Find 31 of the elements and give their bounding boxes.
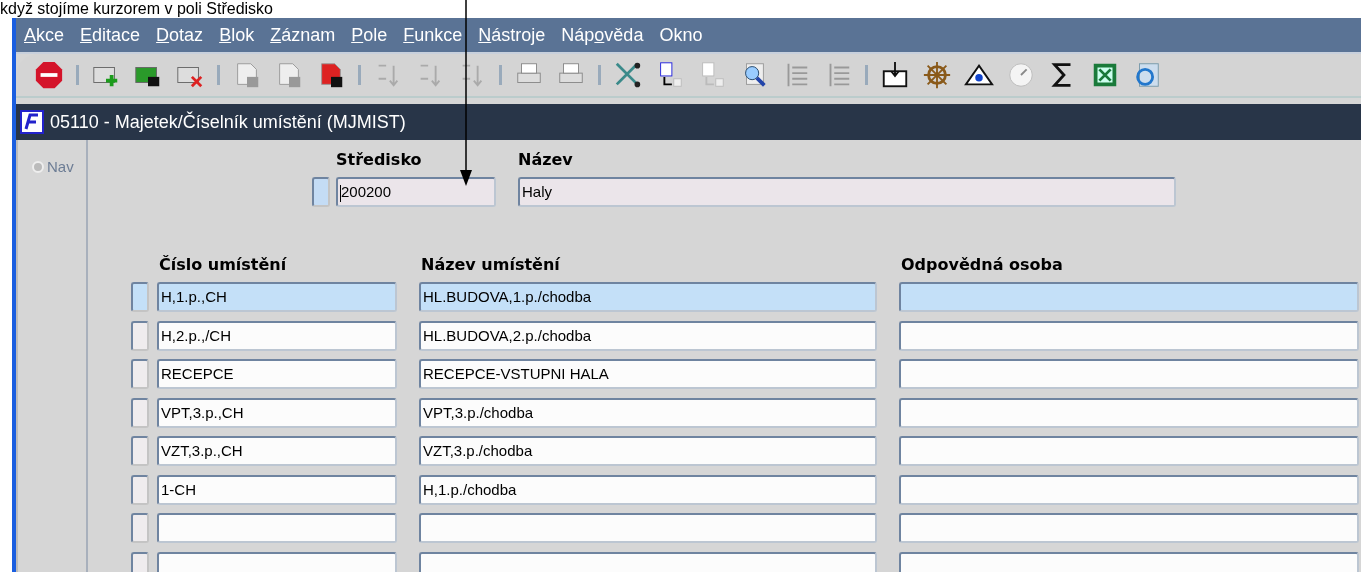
window-title: 05110 - Majetek/Číselník umístění (MJMIST) bbox=[50, 111, 406, 133]
menu-item[interactable]: Editace bbox=[80, 24, 141, 46]
menu-item[interactable]: Dotaz bbox=[156, 24, 204, 46]
column-header: Číslo umístění bbox=[159, 255, 288, 274]
table-cell[interactable]: VZT,3.p.,CH bbox=[157, 436, 397, 466]
table-cell[interactable]: VPT,3.p./chodba bbox=[419, 397, 877, 428]
table-cell[interactable]: VZT,3.p./chodba bbox=[419, 436, 877, 466]
table-cell[interactable]: HL.BUDOVA,1.p./chodba bbox=[419, 282, 877, 312]
menu-item[interactable]: Nápověda bbox=[561, 24, 644, 46]
menu-item[interactable]: Pole bbox=[351, 24, 388, 46]
menu-item[interactable]: Okno bbox=[659, 24, 703, 46]
table-cell[interactable]: 1-CH bbox=[157, 474, 397, 505]
table-cell[interactable]: HL.BUDOVA,2.p./chodba bbox=[419, 320, 877, 351]
table-cell[interactable]: H,2.p.,/CH bbox=[157, 320, 397, 351]
menu-item[interactable]: Akce bbox=[24, 24, 65, 46]
menu-item[interactable]: Blok bbox=[219, 24, 255, 46]
table-cell[interactable]: H,1.p./chodba bbox=[419, 474, 877, 505]
caption-text: když stojíme kurzorem v poli Středisko bbox=[0, 0, 274, 18]
column-header: Název umístění bbox=[421, 255, 561, 274]
field-label: Středisko bbox=[336, 150, 423, 169]
table-cell[interactable]: RECEPCE-VSTUPNI HALA bbox=[419, 359, 877, 389]
table-cell[interactable]: H,1.p.,CH bbox=[157, 282, 397, 312]
menu-item[interactable]: Funkce bbox=[403, 24, 463, 46]
column-header: Odpovědná osoba bbox=[901, 255, 1064, 274]
input-field[interactable]: 200200 bbox=[336, 177, 496, 207]
input-field[interactable]: Haly bbox=[518, 177, 1176, 207]
table-cell[interactable]: VPT,3.p.,CH bbox=[157, 397, 397, 428]
menu-item[interactable]: Nástroje bbox=[478, 24, 546, 46]
table-cell[interactable]: RECEPCE bbox=[157, 359, 397, 389]
menu-item[interactable]: Záznam bbox=[270, 24, 336, 46]
field-label: Název bbox=[518, 150, 574, 169]
